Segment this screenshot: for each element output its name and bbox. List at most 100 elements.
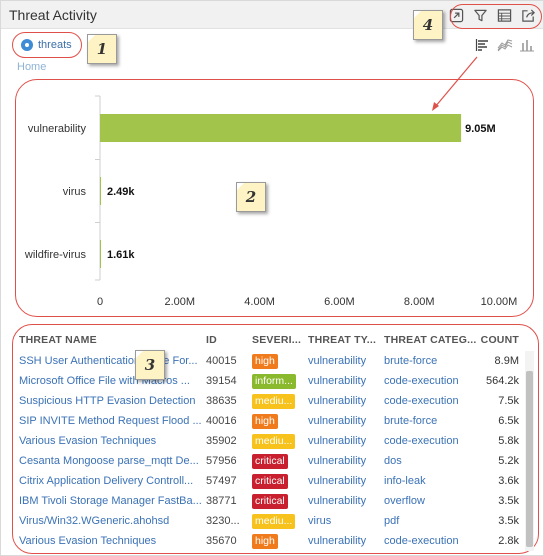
threat-type-cell[interactable]: vulnerability [306,371,382,391]
table-row[interactable]: Microsoft Office File with Macros ... 391… [17,371,525,391]
threat-name-cell[interactable]: SSH User Authentication Brute For... [17,351,204,371]
bar-virus[interactable] [100,177,101,205]
threat-count-cell: 2.8k [498,535,519,547]
table-row[interactable]: Virus/Win32.WGeneric.ahohsd 3230... mediu.… [17,511,525,531]
threat-id-cell: 40015 [206,355,237,367]
threat-type-cell[interactable]: vulnerability [306,451,382,471]
threat-type-cell[interactable]: vulnerability [306,531,382,551]
severity-badge: mediu... [252,393,296,409]
severity-cell: critical [250,491,306,511]
col-count[interactable]: COUNT [478,329,525,351]
col-threat-category[interactable]: THREAT CATEG... [382,329,478,351]
severity-cell: high [250,411,306,431]
table-row[interactable]: Cesanta Mongoose parse_mqtt De... 57956 cr… [17,451,525,471]
threats-radio-option[interactable]: threats [21,39,72,51]
callout-note-2: 2 [236,182,266,212]
threat-count-cell: 7.5k [498,395,519,407]
threat-id-cell: 57956 [206,455,237,467]
threat-name-cell[interactable]: Various Evasion Techniques [17,431,204,451]
table-row[interactable]: Various Evasion Techniques 35902 mediu... v… [17,431,525,451]
threat-category-cell[interactable]: brute-force [382,411,478,431]
table-row[interactable]: Citrix Application Delivery Controll... 5… [17,471,525,491]
threat-category-cell[interactable]: info-leak [382,471,478,491]
category-label: vulnerability [28,123,87,135]
category-label: virus [63,186,87,198]
bar-vulnerability[interactable] [100,114,462,142]
threat-count-cell: 3.5k [498,495,519,507]
threat-count-cell: 5.2k [498,455,519,467]
threat-id-cell: 38771 [206,495,237,507]
threat-type-cell[interactable]: vulnerability [306,351,382,371]
table-scrollbar[interactable] [525,351,534,551]
x-tick-label: 8.00M [404,296,435,308]
col-threat-name[interactable]: THREAT NAME [17,329,204,351]
threat-category-cell[interactable]: overflow [382,491,478,511]
threat-category-cell[interactable]: code-execution [382,431,478,451]
severity-cell: mediu... [250,431,306,451]
table-row[interactable]: Various Evasion Techniques 35670 high vulne… [17,531,525,551]
breadcrumb-home[interactable]: Home [17,61,46,73]
threat-type-cell[interactable]: vulnerability [306,471,382,491]
severity-cell: critical [250,451,306,471]
area-chart-icon[interactable] [497,38,513,52]
callout-note-3: 3 [135,350,165,380]
threat-id-cell: 35902 [206,435,237,447]
table-row[interactable]: IBM Tivoli Storage Manager FastBa... 3877… [17,491,525,511]
threat-name-cell[interactable]: Various Evasion Techniques [17,531,204,551]
threat-category-cell[interactable]: code-execution [382,371,478,391]
threat-name-cell[interactable]: Citrix Application Delivery Controll... [17,471,204,491]
severity-badge: mediu... [252,433,296,449]
threat-category-cell[interactable]: code-execution [382,531,478,551]
threat-id-cell: 40016 [206,415,237,427]
threat-type-cell[interactable]: vulnerability [306,491,382,511]
table-row[interactable]: SIP INVITE Method Request Flood ... 40016… [17,411,525,431]
threat-type-cell[interactable]: vulnerability [306,391,382,411]
severity-cell: high [250,351,306,371]
threat-name-cell[interactable]: SIP INVITE Method Request Flood ... [17,411,204,431]
threat-count-cell: 5.8k [498,435,519,447]
threat-name-cell[interactable]: Cesanta Mongoose parse_mqtt De... [17,451,204,471]
threat-category-cell[interactable]: brute-force [382,351,478,371]
threat-name-cell[interactable]: Microsoft Office File with Macros ... [17,371,204,391]
table-row[interactable]: Suspicious HTTP Evasion Detection 38635 me… [17,391,525,411]
threat-count-cell: 3.6k [498,475,519,487]
threat-name-cell[interactable]: Suspicious HTTP Evasion Detection [17,391,204,411]
threat-type-cell[interactable]: virus [306,511,382,531]
callout-note-4: 4 [413,10,443,40]
threat-type-cell[interactable]: vulnerability [306,411,382,431]
threat-count-cell: 6.5k [498,415,519,427]
bar-wildfire-virus[interactable] [100,240,101,268]
threat-name-cell[interactable]: Virus/Win32.WGeneric.ahohsd [17,511,204,531]
severity-cell: mediu... [250,391,306,411]
widget-title: Threat Activity [9,7,97,23]
x-tick-label: 2.00M [165,296,196,308]
severity-badge: critical [252,453,288,469]
threat-name-cell[interactable]: IBM Tivoli Storage Manager FastBa... [17,491,204,511]
severity-badge: critical [252,473,288,489]
threat-category-cell[interactable]: code-execution [382,391,478,411]
threat-count-cell: 3.5k [498,515,519,527]
column-chart-icon[interactable] [519,38,535,52]
threat-id-cell: 39154 [206,375,237,387]
table-header-row: THREAT NAME ID SEVERI... THREAT TY... TH… [17,329,525,351]
threat-id-cell: 57497 [206,475,237,487]
col-id[interactable]: ID [204,329,250,351]
radio-selected-icon[interactable] [21,39,33,51]
threat-category-cell[interactable]: pdf [382,511,478,531]
severity-badge: high [252,413,278,429]
threat-table: THREAT NAME ID SEVERI... THREAT TY... TH… [17,329,525,551]
scrollbar-thumb[interactable] [526,371,533,547]
threat-category-cell[interactable]: dos [382,451,478,471]
severity-badge: critical [252,493,288,509]
threat-type-cell[interactable]: vulnerability [306,431,382,451]
table-row[interactable]: SSH User Authentication Brute For... 4001… [17,351,525,371]
severity-badge: high [252,533,278,549]
threat-id-cell: 38635 [206,395,237,407]
bar-chart-horizontal-icon[interactable] [475,38,491,52]
severity-badge: high [252,353,278,369]
severity-cell: inform... [250,371,306,391]
radio-label: threats [38,39,72,51]
severity-cell: high [250,531,306,551]
col-threat-type[interactable]: THREAT TY... [306,329,382,351]
col-severity[interactable]: SEVERI... [250,329,306,351]
